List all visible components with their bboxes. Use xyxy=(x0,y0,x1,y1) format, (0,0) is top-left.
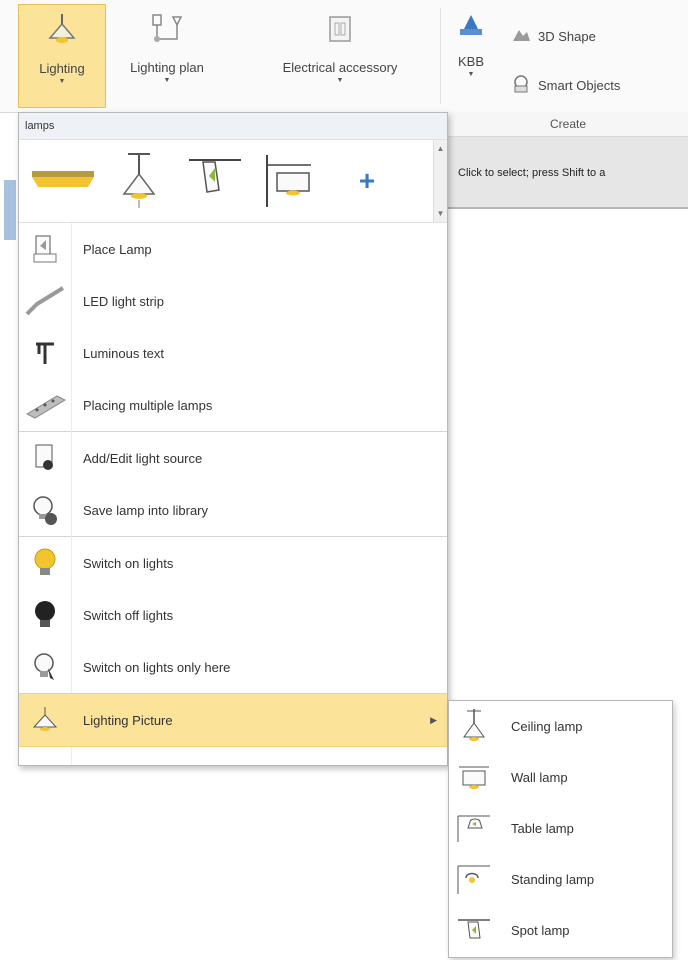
lighting-dropdown-menu: lamps + ▲ ▼ Place Lamp LED light strip L… xyxy=(18,112,448,766)
gallery-scrollbar[interactable]: ▲ ▼ xyxy=(433,140,447,222)
kbb-icon xyxy=(450,4,492,44)
menu-item-save-lamp-into-library[interactable]: Save lamp into library xyxy=(19,484,447,536)
scroll-down-icon[interactable]: ▼ xyxy=(437,209,445,218)
chevron-down-icon: ▼ xyxy=(467,71,475,78)
scroll-up-icon[interactable]: ▲ xyxy=(437,144,445,153)
lighting-label: Lighting xyxy=(39,61,85,76)
lighting-plan-label: Lighting plan xyxy=(130,60,204,75)
electrical-accessory-button[interactable]: Electrical accessory ▼ xyxy=(252,4,428,108)
menu-item-add-edit-light-source[interactable]: Add/Edit light source xyxy=(19,432,447,484)
lighting-picture-submenu: Ceiling lamp Wall lamp Table lamp Standi… xyxy=(448,700,673,958)
ribbon: Lighting ▼ Lighting plan ▼ Electrical ac… xyxy=(0,0,688,113)
gallery-item-spot-lamp[interactable] xyxy=(177,145,253,217)
place-lamp-icon xyxy=(19,232,71,266)
wall-lamp-icon xyxy=(449,763,499,793)
menu-item-lighting-picture[interactable]: Lighting Picture ▶ xyxy=(19,693,447,747)
bulb-off-icon xyxy=(19,598,71,632)
standing-lamp-icon xyxy=(449,862,499,898)
gallery-item-ceiling-lamp[interactable] xyxy=(101,145,177,217)
gallery-header: lamps xyxy=(19,113,447,140)
menu-item-switch-off-lights[interactable]: Switch off lights xyxy=(19,589,447,641)
multiple-lamps-icon xyxy=(19,390,71,420)
led-strip-label: LED light strip xyxy=(83,293,164,309)
kbb-label: KBB xyxy=(457,54,484,69)
gallery-more-button[interactable]: + xyxy=(329,145,405,217)
side-panel-edge xyxy=(4,180,16,240)
lighting-button[interactable]: Lighting ▼ xyxy=(18,4,106,108)
table-lamp-label: Table lamp xyxy=(511,821,574,836)
chevron-down-icon: ▼ xyxy=(163,77,171,84)
bulb-on-icon xyxy=(19,546,71,580)
wall-lamp-label: Wall lamp xyxy=(511,770,568,785)
menu-item-luminous-text[interactable]: Luminous text xyxy=(19,327,447,379)
place-lamp-label: Place Lamp xyxy=(83,241,152,257)
chevron-down-icon: ▼ xyxy=(336,77,344,84)
lamp-gallery: + ▲ ▼ xyxy=(19,140,447,223)
save-lamp-label: Save lamp into library xyxy=(83,502,208,518)
multiple-lamps-label: Placing multiple lamps xyxy=(83,397,213,413)
ribbon-separator xyxy=(440,8,441,104)
shape-3d-button[interactable]: 3D Shape xyxy=(510,26,596,47)
gallery-item-panel-lamp[interactable] xyxy=(25,145,101,217)
ceiling-lamp-icon xyxy=(449,707,499,747)
submenu-item-table-lamp[interactable]: Table lamp xyxy=(449,803,672,854)
kbb-button[interactable]: KBB ▼ xyxy=(450,4,492,108)
submenu-item-ceiling-lamp[interactable]: Ceiling lamp xyxy=(449,701,672,752)
menu-item-place-lamp[interactable]: Place Lamp xyxy=(19,223,447,275)
shape-3d-label: 3D Shape xyxy=(538,29,596,44)
smart-objects-icon xyxy=(510,74,532,97)
switch-on-lights-label: Switch on lights xyxy=(83,555,174,571)
electrical-accessory-icon xyxy=(252,4,428,54)
panel-lamp-icon xyxy=(32,171,94,187)
shape-3d-icon xyxy=(510,26,532,47)
lighting-plan-button[interactable]: Lighting plan ▼ xyxy=(112,4,222,108)
lighting-plan-icon xyxy=(112,4,222,54)
led-strip-icon xyxy=(19,284,71,318)
standing-lamp-label: Standing lamp xyxy=(511,872,595,887)
ceiling-lamp-icon xyxy=(122,153,156,208)
luminous-text-label: Luminous text xyxy=(83,345,164,361)
submenu-item-standing-lamp[interactable]: Standing lamp xyxy=(449,854,672,905)
gallery-item-wall-lamp[interactable] xyxy=(253,145,329,217)
status-hint: Click to select; press Shift to a xyxy=(448,137,688,209)
luminous-text-icon xyxy=(19,338,71,368)
smart-objects-label: Smart Objects xyxy=(538,78,621,93)
table-lamp-icon xyxy=(449,812,499,846)
menu-item-placing-multiple-lamps[interactable]: Placing multiple lamps xyxy=(19,379,447,431)
create-group-label: Create xyxy=(448,112,688,137)
menu-item-led-light-strip[interactable]: LED light strip xyxy=(19,275,447,327)
menu-item-switch-on-lights-only-here[interactable]: Switch on lights only here xyxy=(19,641,447,693)
bulb-here-icon xyxy=(19,650,71,684)
submenu-item-wall-lamp[interactable]: Wall lamp xyxy=(449,752,672,803)
electrical-accessory-label: Electrical accessory xyxy=(282,60,398,75)
spot-lamp-icon xyxy=(189,159,241,193)
ceiling-lamp-icon xyxy=(19,5,105,55)
switch-on-lights-only-here-label: Switch on lights only here xyxy=(83,659,231,675)
plus-icon: + xyxy=(358,165,376,196)
chevron-down-icon: ▼ xyxy=(58,78,66,85)
lighting-picture-label: Lighting Picture xyxy=(83,712,173,728)
submenu-arrow-icon: ▶ xyxy=(430,714,437,725)
ceiling-lamp-label: Ceiling lamp xyxy=(511,719,583,734)
wall-lamp-icon xyxy=(266,155,311,207)
spot-lamp-label: Spot lamp xyxy=(511,923,570,938)
submenu-item-spot-lamp[interactable]: Spot lamp xyxy=(449,905,672,956)
light-source-label: Add/Edit light source xyxy=(83,450,203,466)
switch-off-lights-label: Switch off lights xyxy=(83,607,174,623)
smart-objects-button[interactable]: Smart Objects xyxy=(510,74,620,97)
save-lamp-icon xyxy=(19,493,71,527)
spot-lamp-icon xyxy=(449,916,499,946)
light-source-icon xyxy=(19,441,71,475)
lighting-picture-icon xyxy=(19,705,71,735)
menu-item-switch-on-lights[interactable]: Switch on lights xyxy=(19,537,447,589)
